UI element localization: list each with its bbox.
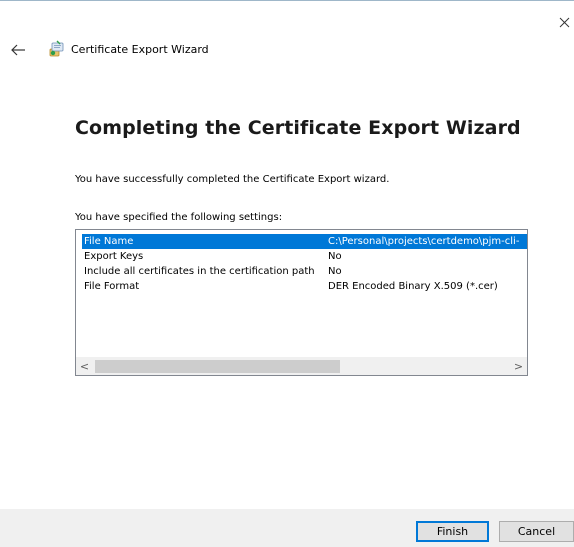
export-wizard-window: Certificate Export Wizard Completing the…: [0, 0, 574, 547]
scroll-right-button[interactable]: >: [510, 358, 527, 375]
window-top-border: [0, 0, 574, 1]
setting-name: Include all certificates in the certific…: [84, 266, 315, 277]
setting-name: File Name: [84, 236, 134, 247]
settings-list-body: File Name C:\Personal\projects\certdemo\…: [76, 230, 527, 358]
back-arrow-icon: [11, 44, 25, 56]
list-item[interactable]: Export Keys No: [82, 249, 527, 264]
cancel-button[interactable]: Cancel: [499, 521, 574, 542]
success-message: You have successfully completed the Cert…: [75, 174, 390, 185]
setting-value: DER Encoded Binary X.509 (*.cer): [328, 281, 498, 292]
page-heading: Completing the Certificate Export Wizard: [75, 117, 521, 139]
setting-value: No: [328, 266, 342, 277]
scroll-left-button[interactable]: <: [76, 358, 93, 375]
certificate-icon: [48, 40, 66, 58]
setting-value: C:\Personal\projects\certdemo\pjm-cli-: [328, 236, 520, 247]
back-button[interactable]: [8, 40, 30, 60]
footer-bar: Finish Cancel: [0, 509, 574, 547]
horizontal-scrollbar[interactable]: < >: [76, 357, 527, 375]
scroll-thumb[interactable]: [95, 360, 340, 373]
settings-label: You have specified the following setting…: [75, 212, 283, 223]
wizard-title: Certificate Export Wizard: [71, 43, 209, 56]
setting-value: No: [328, 251, 342, 262]
finish-button[interactable]: Finish: [416, 521, 489, 542]
list-item[interactable]: Include all certificates in the certific…: [82, 264, 527, 279]
close-button[interactable]: [556, 14, 574, 32]
nav-row: Certificate Export Wizard: [0, 38, 574, 62]
list-item[interactable]: File Format DER Encoded Binary X.509 (*.…: [82, 279, 527, 294]
close-icon: [559, 17, 570, 28]
list-item[interactable]: File Name C:\Personal\projects\certdemo\…: [82, 234, 527, 249]
setting-name: File Format: [84, 281, 140, 292]
setting-name: Export Keys: [84, 251, 144, 262]
settings-list[interactable]: File Name C:\Personal\projects\certdemo\…: [75, 229, 528, 376]
